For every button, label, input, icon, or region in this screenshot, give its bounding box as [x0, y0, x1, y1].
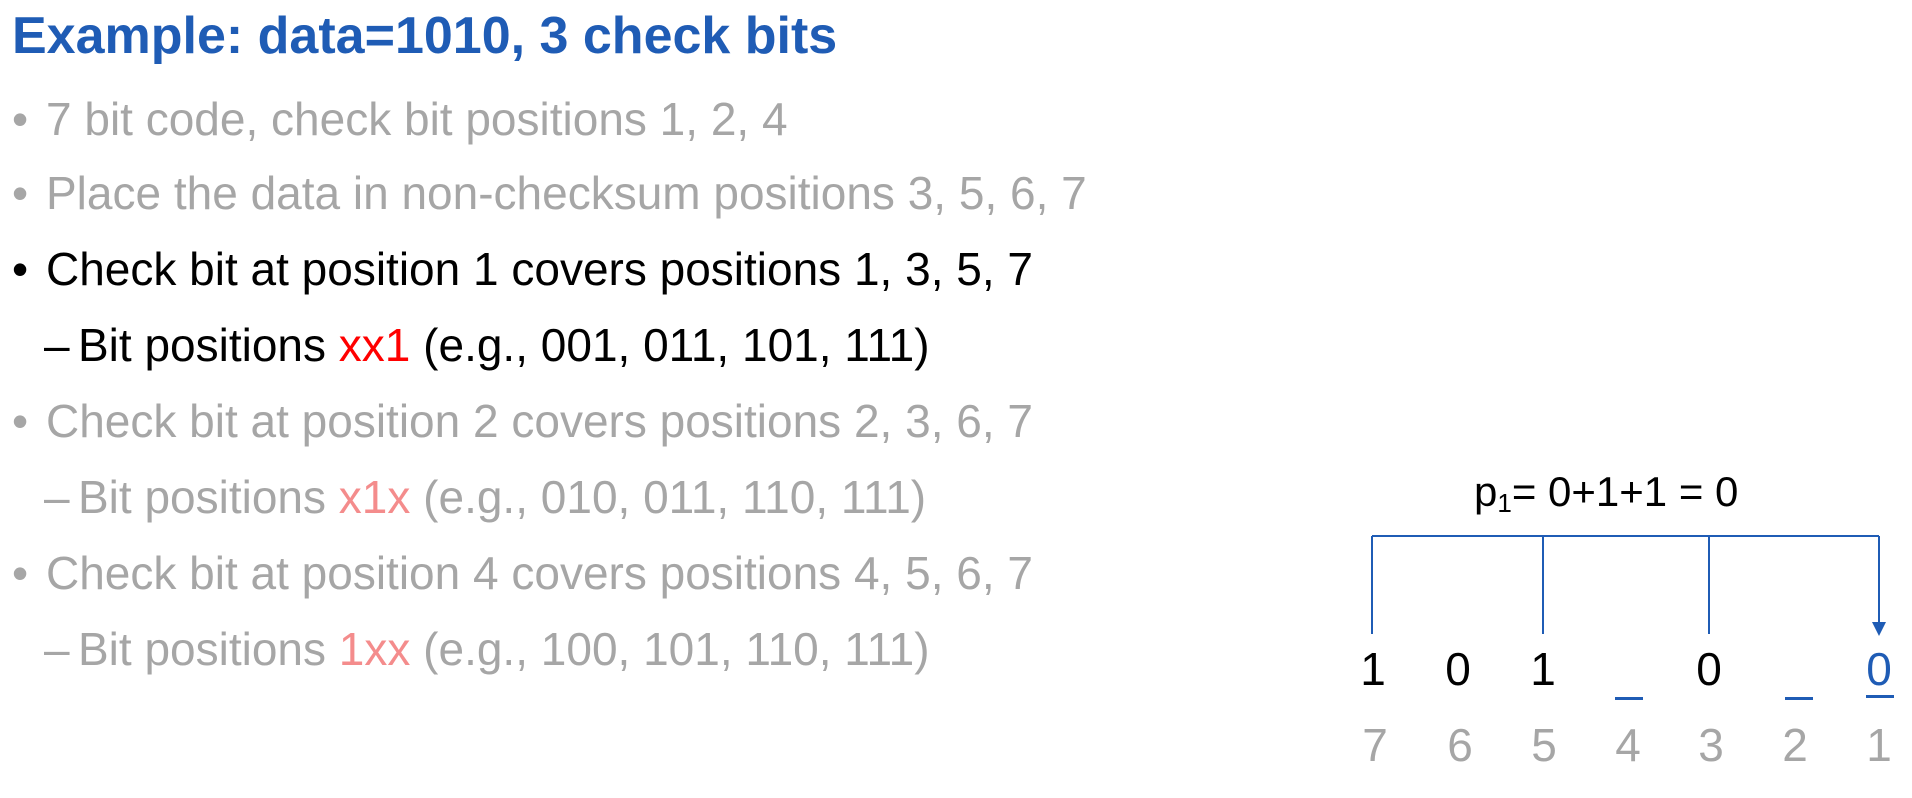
bullet-text: Check bit at position 2 covers positions…: [46, 395, 1033, 447]
bit-pos-3: 0: [1696, 643, 1722, 695]
formula-expression: = 0+1+1 = 0: [1511, 468, 1739, 515]
bit-pos-6: 0: [1445, 643, 1471, 695]
sub-bullet-suffix: (e.g., 100, 101, 110, 111): [410, 623, 930, 675]
bit-pos-2-blank: [1785, 697, 1813, 700]
bit-pattern-highlight: xx1: [338, 319, 411, 371]
sub-bullet-xx1: – Bit positions xx1 (e.g., 001, 011, 101,…: [44, 318, 930, 372]
bullet-check-bit-2: • Check bit at position 2 covers position…: [12, 394, 1033, 448]
bit-pos-5: 1: [1530, 643, 1556, 695]
sub-bullet-prefix: Bit positions: [78, 319, 339, 371]
sub-bullet-dash: –: [44, 623, 70, 675]
sub-bullet-dash: –: [44, 471, 70, 523]
bullet-dot: •: [12, 395, 29, 447]
slide-title: Example: data=1010, 3 check bits: [12, 7, 838, 65]
bullet-dot: •: [12, 243, 29, 295]
sub-bullet-dash: –: [44, 319, 70, 371]
parity-bit-underline: [1866, 695, 1894, 698]
bit-pos-4-blank: [1615, 697, 1643, 700]
sub-bullet-x1x: – Bit positions x1x (e.g., 010, 011, 110,…: [44, 470, 926, 524]
position-label-1: 1: [1866, 719, 1892, 771]
bullet-place-data: • Place the data in non-checksum position…: [12, 166, 1087, 220]
bullet-check-bit-1: • Check bit at position 1 covers position…: [12, 242, 1033, 296]
bullet-dot: •: [12, 93, 29, 145]
bullet-text: Place the data in non-checksum positions…: [46, 167, 1087, 219]
sub-bullet-suffix: (e.g., 010, 011, 110, 111): [410, 471, 927, 523]
sub-bullet-1xx: – Bit positions 1xx (e.g., 100, 101, 110,…: [44, 622, 930, 676]
sub-bullet-prefix: Bit positions: [78, 471, 339, 523]
bit-pos-7: 1: [1360, 643, 1386, 695]
arrow-head-icon: [1872, 622, 1886, 636]
position-label-4: 4: [1615, 719, 1641, 771]
bullet-text: Check bit at position 4 covers positions…: [46, 547, 1033, 599]
position-label-5: 5: [1531, 719, 1557, 771]
position-label-6: 6: [1447, 719, 1473, 771]
bullet-text: 7 bit code, check bit positions 1, 2, 4: [46, 93, 788, 145]
bullet-check-bit-4: • Check bit at position 4 covers position…: [12, 546, 1033, 600]
bullet-text: Check bit at position 1 covers positions…: [46, 243, 1033, 295]
sub-bullet-prefix: Bit positions: [78, 623, 339, 675]
bullet-code-length: • 7 bit code, check bit positions 1, 2, 4: [12, 92, 788, 146]
bullet-dot: •: [12, 547, 29, 599]
bit-pos-1-parity: 0: [1866, 643, 1892, 695]
bit-pattern-highlight: x1x: [338, 471, 411, 523]
parity-formula: p1= 0+1+1 = 0: [1474, 468, 1738, 519]
bullet-dot: •: [12, 167, 29, 219]
position-label-2: 2: [1782, 719, 1808, 771]
formula-p: p: [1474, 468, 1498, 515]
position-label-7: 7: [1362, 719, 1388, 771]
formula-subscript: 1: [1497, 488, 1512, 518]
bit-pattern-highlight: 1xx: [338, 623, 411, 675]
position-label-3: 3: [1698, 719, 1724, 771]
sub-bullet-suffix: (e.g., 001, 011, 101, 111): [410, 319, 930, 371]
